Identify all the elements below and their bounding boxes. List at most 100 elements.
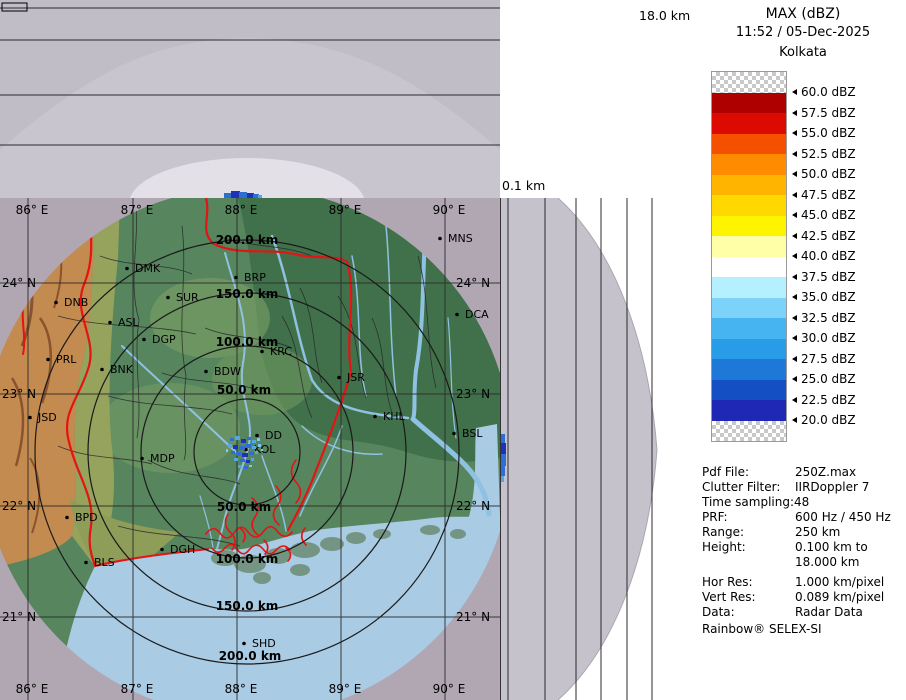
legend-label: 52.5 dBZ bbox=[792, 147, 856, 161]
legend-label: 37.5 dBZ bbox=[792, 270, 856, 284]
legend-label: 30.0 dBZ bbox=[792, 331, 856, 345]
echo-cell bbox=[233, 445, 238, 449]
vertical-projection-right-panel bbox=[500, 198, 706, 700]
legend-color-cell bbox=[712, 113, 786, 134]
product-info-rows: Pdf File:250Z.maxClutter Filter:IIRDoppl… bbox=[702, 465, 904, 620]
lat-label: 23° N bbox=[456, 387, 490, 401]
station-dot bbox=[373, 415, 377, 419]
station-dot bbox=[54, 301, 58, 305]
echo-cell bbox=[501, 466, 505, 476]
echo-cell bbox=[251, 458, 254, 461]
tick-arrow-icon bbox=[792, 212, 797, 218]
station-dot bbox=[100, 368, 104, 372]
lat-label: 22° N bbox=[456, 499, 490, 513]
echo-cell bbox=[230, 438, 234, 441]
legend-color-cell bbox=[712, 339, 786, 360]
station-label: DD bbox=[265, 429, 282, 442]
station-label: MNS bbox=[448, 232, 473, 245]
station-dot bbox=[255, 434, 259, 438]
station-label: KHL bbox=[383, 410, 405, 423]
station-dot bbox=[234, 276, 238, 280]
legend-color-cell bbox=[712, 216, 786, 237]
info-row: Range:250 km bbox=[702, 525, 904, 540]
lon-label: 88° E bbox=[225, 682, 258, 696]
station-label: BSL bbox=[462, 427, 483, 440]
station-label: BLS bbox=[94, 556, 115, 569]
tick-arrow-icon bbox=[792, 110, 797, 116]
tick-arrow-icon bbox=[792, 171, 797, 177]
echo-cell bbox=[231, 191, 240, 198]
legend-label: 35.0 dBZ bbox=[792, 290, 856, 304]
echo-cell bbox=[246, 460, 250, 463]
echo-cell bbox=[261, 449, 263, 451]
info-field-label: Time sampling: bbox=[702, 495, 794, 510]
echo-cell bbox=[228, 444, 232, 448]
info-field-value: 0.089 km/pixel bbox=[795, 590, 884, 605]
lat-label: 22° N bbox=[2, 499, 36, 513]
info-field-label: Clutter Filter: bbox=[702, 480, 795, 495]
info-row: Pdf File:250Z.max bbox=[702, 465, 904, 480]
range-ring-label: 100.0 km bbox=[216, 335, 279, 349]
legend-color-cell bbox=[712, 400, 786, 421]
legend-color-cell bbox=[712, 134, 786, 155]
tick-arrow-icon bbox=[792, 192, 797, 198]
range-ring-label: 200.0 km bbox=[219, 649, 282, 663]
echo-cell bbox=[501, 476, 504, 482]
lon-label: 89° E bbox=[329, 203, 362, 217]
station-label: JSD bbox=[37, 411, 57, 424]
lat-label: 24° N bbox=[2, 276, 36, 290]
legend-color-cell bbox=[712, 257, 786, 278]
product-datetime: 11:52 / 05-Dec-2025 bbox=[700, 25, 906, 40]
range-ring-label: 100.0 km bbox=[216, 552, 279, 566]
echo-cell bbox=[239, 446, 245, 450]
legend-panel: MAX (dBZ) 11:52 / 05-Dec-2025 Kolkata 60… bbox=[700, 0, 906, 700]
radar-map: 86° E86° E87° E87° E88° E88° E89° E89° E… bbox=[0, 198, 500, 700]
legend-color-cell bbox=[712, 359, 786, 380]
legend-color-cell bbox=[712, 195, 786, 216]
station-dot bbox=[65, 516, 69, 520]
station-dot bbox=[160, 548, 164, 552]
station-dot bbox=[28, 416, 32, 420]
range-ring-label: 50.0 km bbox=[217, 500, 271, 514]
top-panel-canvas bbox=[0, 0, 500, 198]
tick-arrow-icon bbox=[792, 130, 797, 136]
legend-label: 60.0 dBZ bbox=[792, 85, 856, 99]
info-field-label: PRF: bbox=[702, 510, 795, 525]
station-label: PRL bbox=[56, 353, 77, 366]
station-label: ASL bbox=[118, 316, 140, 329]
vertical-projection-top-panel bbox=[0, 0, 500, 198]
lon-label: 87° E bbox=[121, 203, 154, 217]
station-dot bbox=[142, 338, 146, 342]
station-dot bbox=[337, 376, 341, 380]
info-field-value: 250 km bbox=[795, 525, 840, 540]
station-label: JSR bbox=[346, 371, 365, 384]
dbz-colorbar-labels: 60.0 dBZ57.5 dBZ55.0 dBZ52.5 dBZ50.0 dBZ… bbox=[792, 72, 904, 472]
echo-cell bbox=[501, 434, 505, 443]
legend-label: 47.5 dBZ bbox=[792, 188, 856, 202]
tick-arrow-icon bbox=[792, 274, 797, 280]
echo-cell bbox=[255, 451, 258, 454]
radar-map-canvas: 86° E86° E87° E87° E88° E88° E89° E89° E… bbox=[0, 198, 500, 700]
legend-label: 55.0 dBZ bbox=[792, 126, 856, 140]
info-field-label: Height: bbox=[702, 540, 795, 570]
radar-display-window: 18.0 km 0.1 km bbox=[0, 0, 906, 700]
legend-color-cell bbox=[712, 277, 786, 298]
echo-cell bbox=[257, 438, 260, 441]
station-label: DGH bbox=[170, 543, 195, 556]
tick-arrow-icon bbox=[792, 356, 797, 362]
echo-cell bbox=[249, 452, 254, 455]
lon-label: 86° E bbox=[16, 682, 49, 696]
echo-cell bbox=[236, 452, 241, 456]
lat-label: 21° N bbox=[2, 610, 36, 624]
range-ring-label: 150.0 km bbox=[216, 599, 279, 613]
tick-arrow-icon bbox=[792, 315, 797, 321]
info-field-label: Pdf File: bbox=[702, 465, 795, 480]
echo-cell bbox=[247, 437, 251, 440]
echo-cell bbox=[240, 459, 245, 462]
height-axis-max-label: 18.0 km bbox=[639, 8, 690, 23]
range-ring-label: 150.0 km bbox=[216, 287, 279, 301]
lat-label: 24° N bbox=[456, 276, 490, 290]
info-field-value: 600 Hz / 450 Hz bbox=[795, 510, 891, 525]
station-dot bbox=[204, 370, 208, 374]
legend-color-cell bbox=[712, 154, 786, 175]
